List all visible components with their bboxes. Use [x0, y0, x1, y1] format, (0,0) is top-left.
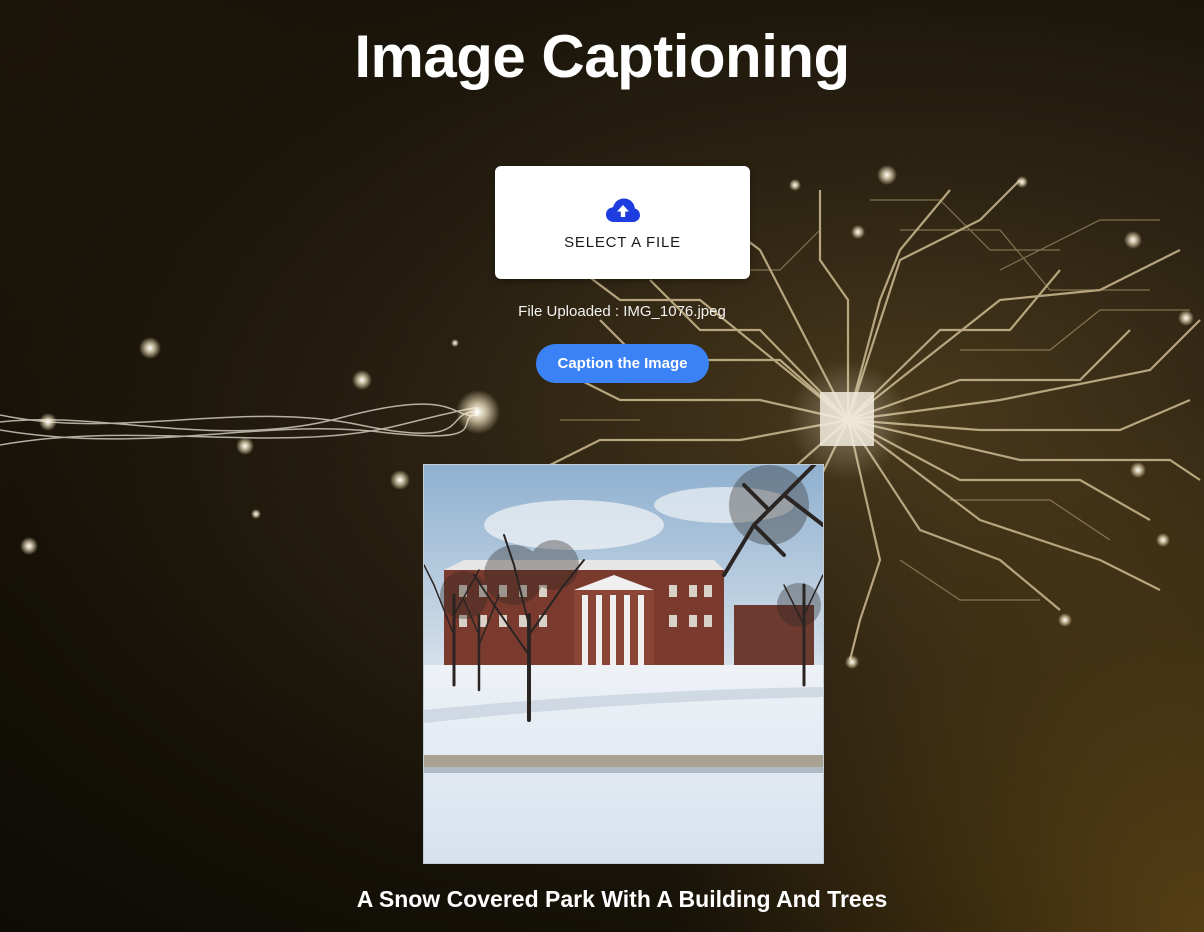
select-file-label: SELECT A FILE	[564, 234, 681, 251]
cloud-upload-icon	[605, 198, 640, 222]
caption-image-button[interactable]: Caption the Image	[536, 344, 709, 383]
page-title: Image Captioning	[354, 23, 850, 90]
file-upload-status: File Uploaded : IMG_1076.jpeg	[518, 303, 726, 320]
light-streaks	[0, 403, 479, 446]
file-select-button[interactable]: SELECT A FILE	[495, 166, 750, 279]
uploaded-image-preview	[423, 464, 824, 864]
generated-caption: A Snow Covered Park With A Building And …	[356, 886, 888, 912]
